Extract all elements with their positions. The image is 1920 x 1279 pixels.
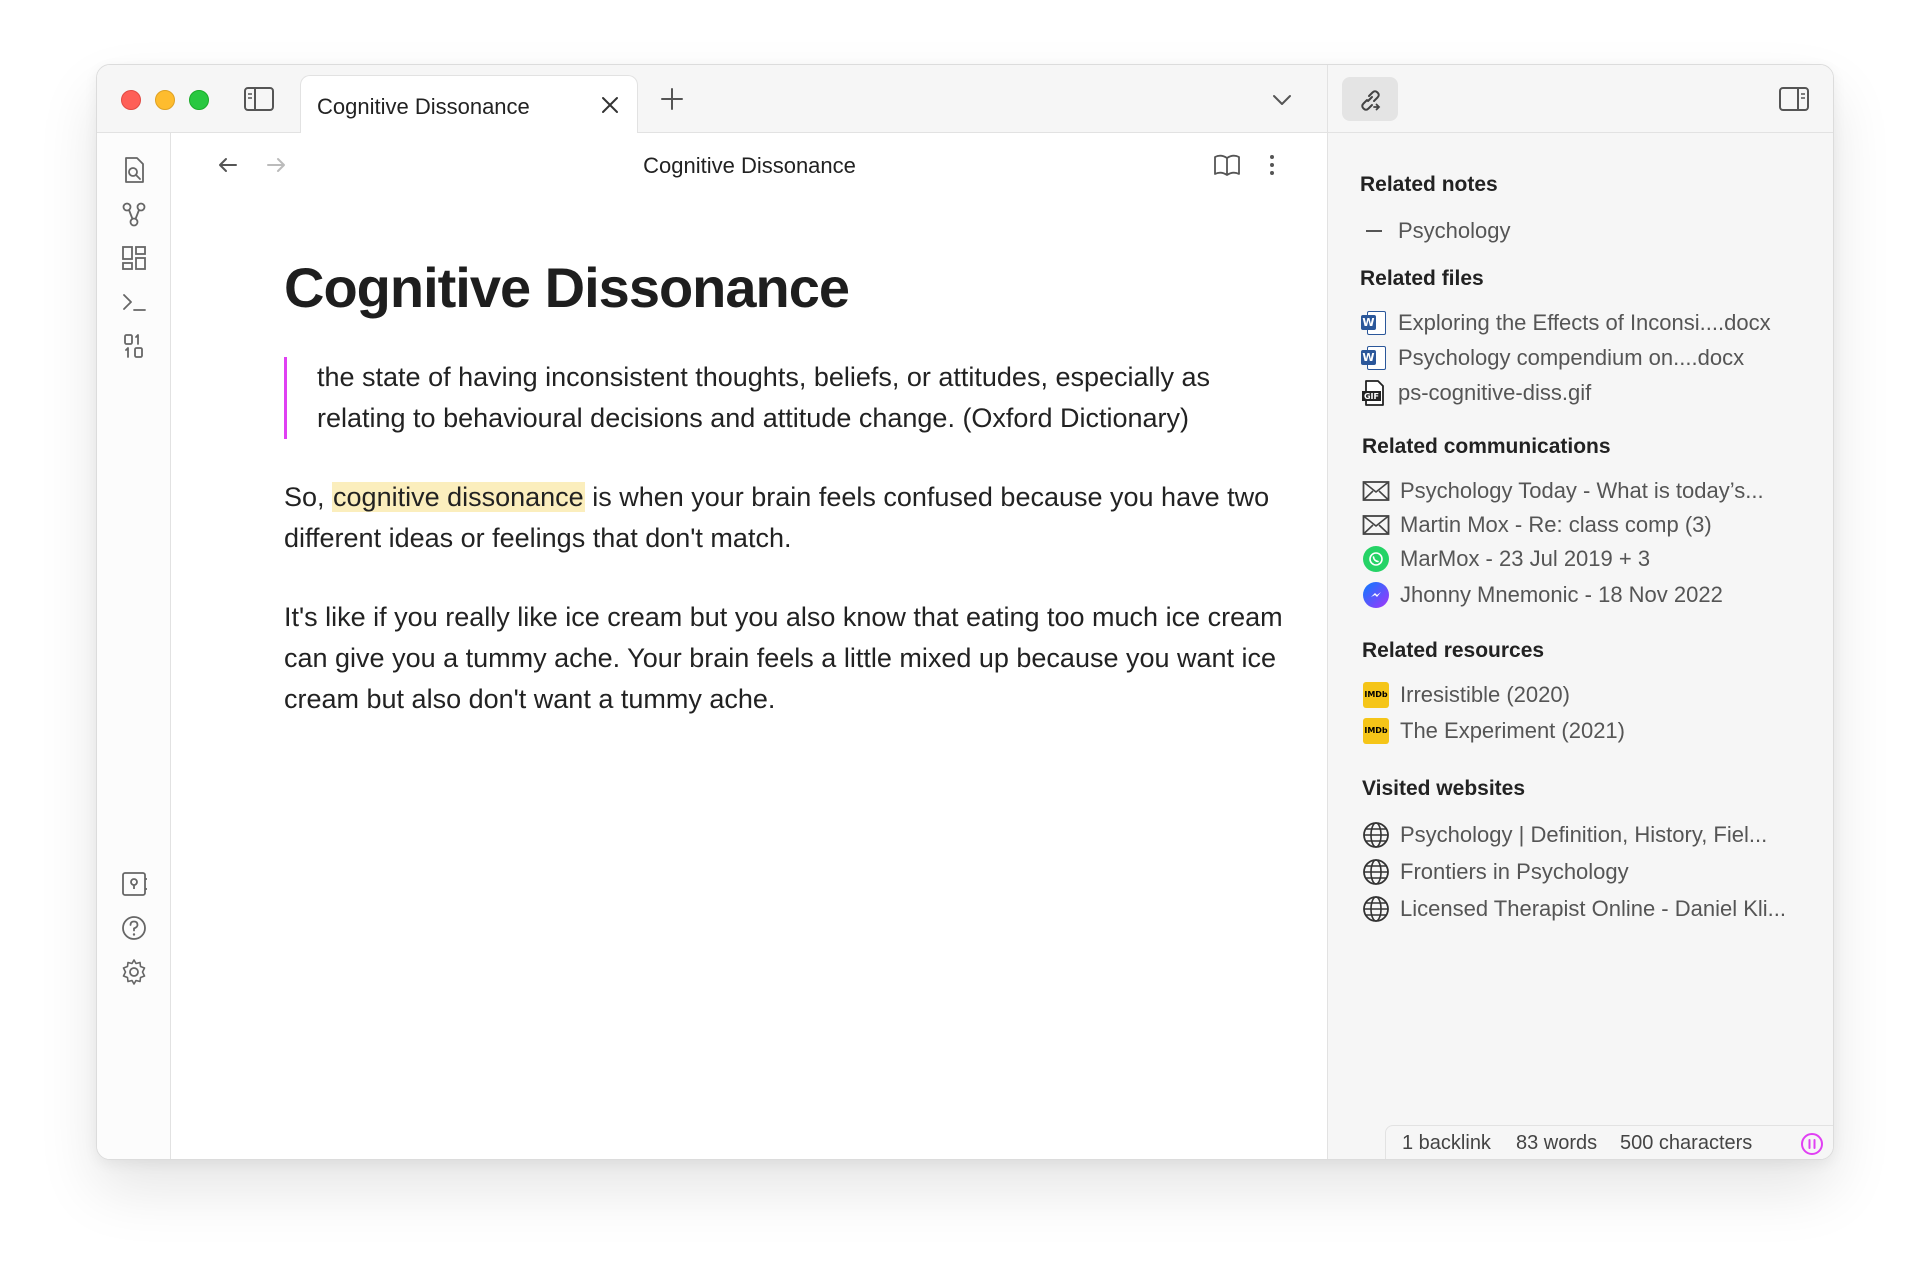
vault-switcher-icon[interactable] xyxy=(119,869,149,899)
related-file-label: Exploring the Effects of Inconsi....docx xyxy=(1398,310,1771,335)
word-doc-icon: W xyxy=(1360,309,1388,337)
communication-label: Martin Mox - Re: class comp (3) xyxy=(1400,512,1712,537)
resource-item[interactable]: IMDb The Experiment (2021) xyxy=(1362,715,1625,747)
mail-icon xyxy=(1362,477,1390,505)
graph-view-icon[interactable] xyxy=(119,199,149,229)
website-item[interactable]: Frontiers in Psychology xyxy=(1362,856,1629,888)
imdb-icon: IMDb xyxy=(1362,717,1390,745)
gif-file-icon: GIF xyxy=(1360,379,1388,407)
related-file-label: Psychology compendium on....docx xyxy=(1398,345,1745,370)
zoom-window-button[interactable] xyxy=(189,90,209,110)
random-note-icon[interactable] xyxy=(119,331,149,361)
svg-text:GIF: GIF xyxy=(1364,392,1379,401)
website-label: Licensed Therapist Online - Daniel Kli..… xyxy=(1400,896,1787,921)
character-count: 500 characters xyxy=(1620,1132,1753,1154)
right-sidebar-toggle-icon[interactable] xyxy=(1778,85,1810,113)
app-window: Cognitive Dissonance Cognitive Dissonanc… xyxy=(96,64,1834,1160)
status-bar: 1 backlink 83 words 500 characters xyxy=(1385,1125,1833,1159)
website-label: Frontiers in Psychology xyxy=(1400,859,1629,884)
communication-label: Jhonny Mnemonic - 18 Nov 2022 xyxy=(1400,582,1723,607)
communication-label: MarMox - 23 Jul 2019 + 3 xyxy=(1400,546,1651,571)
command-palette-icon[interactable] xyxy=(119,287,149,317)
resource-label: Irresistible (2020) xyxy=(1400,682,1570,707)
paragraph-1: So, cognitive dissonance is when your br… xyxy=(284,477,1304,559)
arrow-right-icon[interactable] xyxy=(262,151,290,179)
canvas-icon[interactable] xyxy=(119,243,149,273)
website-label: Psychology | Definition, History, Fiel..… xyxy=(1400,822,1768,847)
book-open-icon[interactable] xyxy=(1212,151,1242,179)
related-notes-title: Related notes xyxy=(1360,173,1498,196)
communication-item[interactable]: Psychology Today - What is today’s... xyxy=(1362,475,1764,507)
resource-label: The Experiment (2021) xyxy=(1400,718,1625,743)
sync-status-icon[interactable] xyxy=(1800,1132,1824,1156)
tab-cognitive-dissonance[interactable]: Cognitive Dissonance xyxy=(300,75,638,134)
related-note-label: Psychology xyxy=(1398,218,1511,243)
globe-icon xyxy=(1362,895,1390,923)
note-heading: Cognitive Dissonance xyxy=(284,256,850,319)
more-options-icon[interactable] xyxy=(1262,151,1282,179)
left-ribbon xyxy=(97,133,171,1159)
related-file-item[interactable]: GIF ps-cognitive-diss.gif xyxy=(1360,377,1591,409)
related-file-item[interactable]: W Psychology compendium on....docx xyxy=(1360,342,1744,374)
communication-item[interactable]: Jhonny Mnemonic - 18 Nov 2022 xyxy=(1362,579,1723,611)
word-count: 83 words xyxy=(1516,1132,1598,1154)
close-tab-icon[interactable] xyxy=(597,92,623,118)
globe-icon xyxy=(1362,821,1390,849)
editor-pane: Cognitive Dissonance Cognitive Dissonanc… xyxy=(172,133,1327,1159)
globe-icon xyxy=(1362,858,1390,886)
backlink-count[interactable]: 1 backlink xyxy=(1402,1132,1491,1155)
left-sidebar-toggle-icon[interactable] xyxy=(243,85,275,113)
close-window-button[interactable] xyxy=(121,90,141,110)
title-bar: Cognitive Dissonance xyxy=(97,65,1327,134)
search-files-icon[interactable] xyxy=(119,155,149,185)
website-item[interactable]: Psychology | Definition, History, Fiel..… xyxy=(1362,819,1767,851)
related-file-label: ps-cognitive-diss.gif xyxy=(1398,380,1592,405)
related-file-item[interactable]: W Exploring the Effects of Inconsi....do… xyxy=(1360,307,1771,339)
mail-icon xyxy=(1362,511,1390,539)
chevron-down-icon[interactable] xyxy=(1267,87,1297,113)
related-files-title: Related files xyxy=(1360,267,1484,290)
word-doc-icon: W xyxy=(1360,344,1388,372)
highlighted-text: cognitive dissonance xyxy=(332,482,585,512)
new-tab-icon[interactable] xyxy=(657,84,687,114)
para1-text-before: So, xyxy=(284,482,333,512)
help-icon[interactable] xyxy=(119,913,149,943)
resource-item[interactable]: IMDb Irresistible (2020) xyxy=(1362,679,1570,711)
right-sidebar: Related notes Psychology Related files W… xyxy=(1327,65,1833,1159)
dash-icon xyxy=(1360,217,1388,245)
settings-gear-icon[interactable] xyxy=(119,957,149,987)
paragraph-2: It's like if you really like ice cream b… xyxy=(284,602,1283,714)
related-communications-title: Related communications xyxy=(1362,435,1611,458)
view-header-title[interactable]: Cognitive Dissonance xyxy=(643,153,856,178)
communication-item[interactable]: MarMox - 23 Jul 2019 + 3 xyxy=(1362,543,1650,575)
note-content[interactable]: Cognitive Dissonance the state of having… xyxy=(284,253,1294,720)
website-item[interactable]: Licensed Therapist Online - Daniel Kli..… xyxy=(1362,893,1786,925)
right-sidebar-header xyxy=(1328,65,1833,133)
imdb-icon: IMDb xyxy=(1362,681,1390,709)
communication-item[interactable]: Martin Mox - Re: class comp (3) xyxy=(1362,509,1712,541)
tab-label: Cognitive Dissonance xyxy=(317,94,530,119)
communication-label: Psychology Today - What is today’s... xyxy=(1400,478,1764,503)
messenger-icon xyxy=(1362,581,1390,609)
related-resources-title: Related resources xyxy=(1362,639,1545,662)
blockquote: the state of having inconsistent thought… xyxy=(284,357,1284,439)
arrow-left-icon[interactable] xyxy=(214,151,242,179)
related-note-item[interactable]: Psychology xyxy=(1360,215,1511,247)
whatsapp-icon xyxy=(1362,545,1390,573)
minimize-window-button[interactable] xyxy=(155,90,175,110)
visited-websites-title: Visited websites xyxy=(1362,777,1526,800)
link-search-icon xyxy=(1361,90,1381,111)
related-links-tab[interactable] xyxy=(1342,77,1398,121)
